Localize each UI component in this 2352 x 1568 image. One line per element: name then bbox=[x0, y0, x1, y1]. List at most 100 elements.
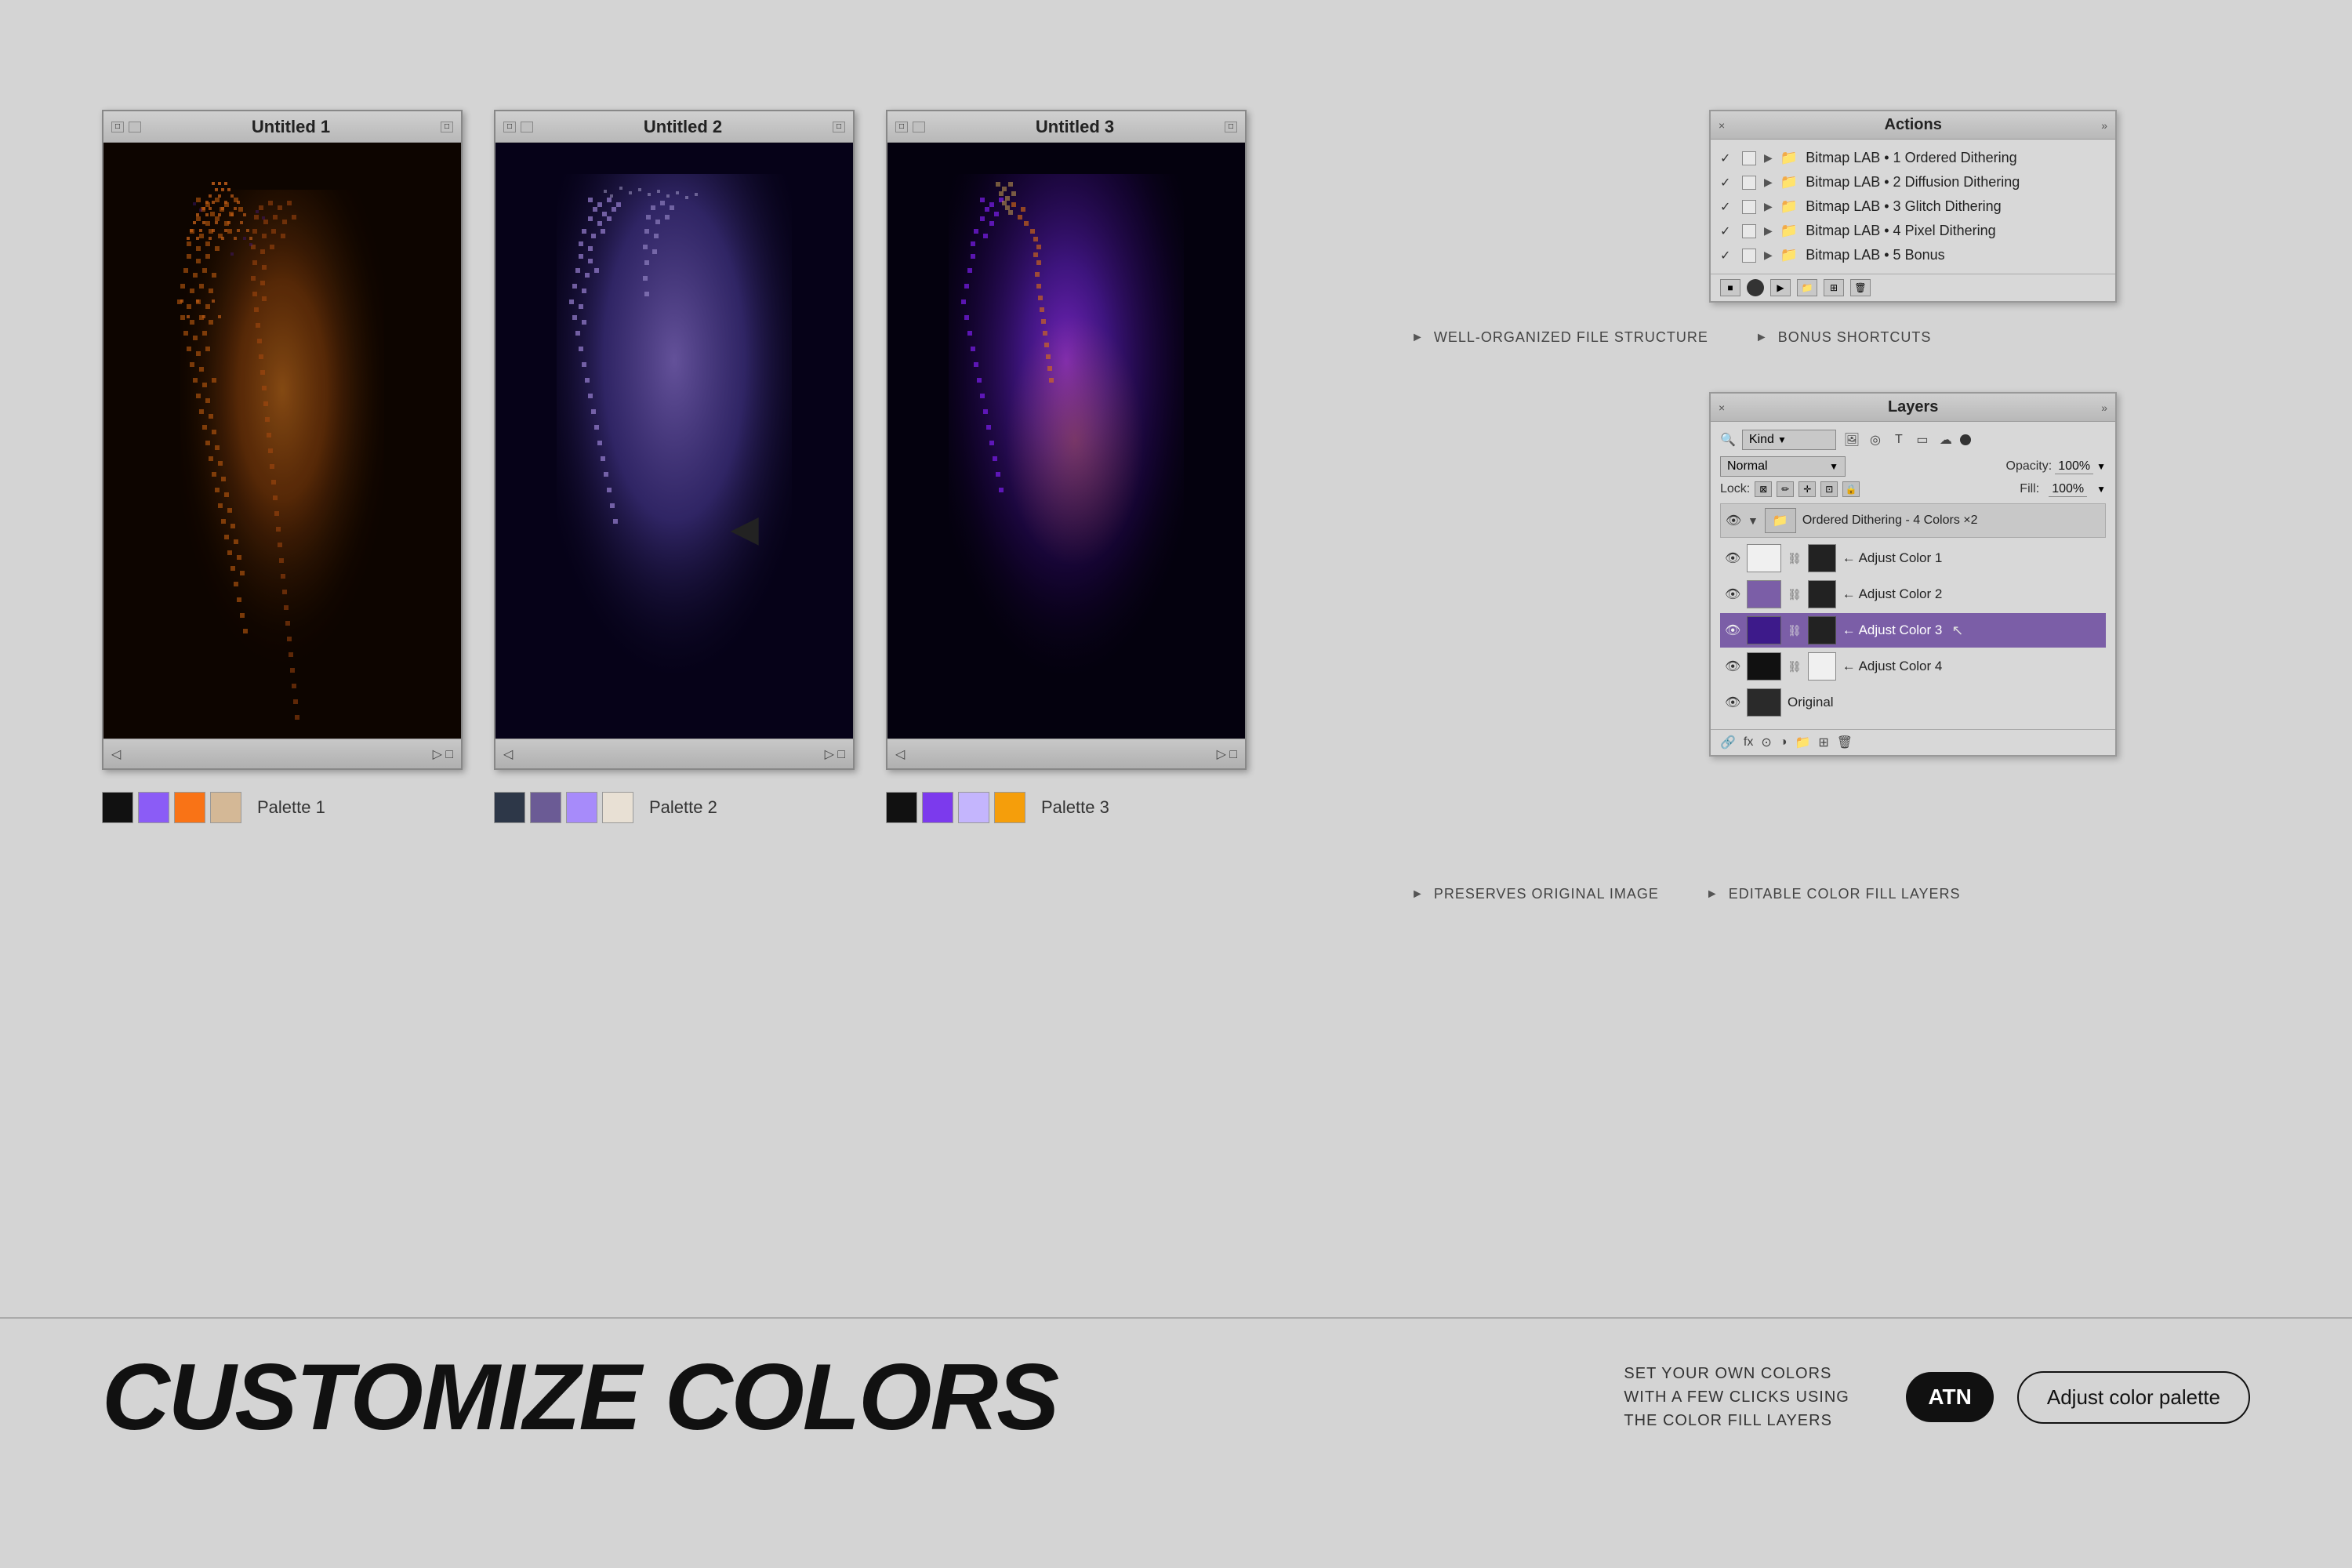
win-min-2[interactable] bbox=[521, 122, 533, 132]
layer3-eye-icon[interactable]: 👁 bbox=[1725, 622, 1740, 638]
layer4-chain-icon: ⛓ bbox=[1788, 660, 1802, 673]
opacity-label: Opacity: bbox=[2006, 459, 2053, 474]
action-row-1[interactable]: ✓ ▶ 📁 Bitmap LAB • 1 Ordered Dithering bbox=[1711, 146, 2115, 170]
layers-panel: × Layers » 🔍 Kind ▼ 🖼 ◎ T ▭ ☁ bbox=[1709, 392, 2117, 757]
action-checkbox-2[interactable] bbox=[1742, 176, 1756, 190]
action-checkbox-1[interactable] bbox=[1742, 151, 1756, 165]
lock-artboard-btn[interactable]: ⊡ bbox=[1820, 481, 1838, 497]
footer-left-arrow-2[interactable]: ◁ bbox=[503, 746, 513, 762]
layers-new-btn[interactable]: ⊞ bbox=[1818, 735, 1828, 750]
filter-search-icon: 🔍 bbox=[1720, 432, 1736, 448]
layers-panel-body: 🔍 Kind ▼ 🖼 ◎ T ▭ ☁ Normal ▼ bbox=[1711, 422, 2115, 729]
action-row-4[interactable]: ✓ ▶ 📁 Bitmap LAB • 4 Pixel Dithering bbox=[1711, 219, 2115, 243]
lock-icons: ⊠ ✏ ✛ ⊡ 🔒 bbox=[1755, 481, 1860, 497]
layers-adjust-btn[interactable]: ◑ bbox=[1780, 735, 1788, 750]
fill-value[interactable]: 100% bbox=[2049, 482, 2087, 497]
toolbar-record-btn[interactable] bbox=[1747, 279, 1764, 296]
canvas-body-3 bbox=[887, 143, 1245, 739]
layer-row-4[interactable]: 👁 ⛓ ← Adjust Color 4 bbox=[1720, 649, 2106, 684]
lock-move-btn[interactable]: ✛ bbox=[1798, 481, 1816, 497]
canvas-window-1: □ Untitled 1 □ bbox=[102, 110, 463, 770]
action-checkbox-5[interactable] bbox=[1742, 249, 1756, 263]
layer-row-original[interactable]: 👁 Original bbox=[1720, 685, 2106, 720]
win-close-2[interactable]: □ bbox=[503, 122, 516, 132]
layer2-eye-icon[interactable]: 👁 bbox=[1725, 586, 1740, 602]
layers-mask-btn[interactable]: ⊙ bbox=[1761, 735, 1771, 750]
swatch-1-2 bbox=[138, 792, 169, 823]
win-min-3[interactable] bbox=[913, 122, 925, 132]
win-close-1[interactable]: □ bbox=[111, 122, 124, 132]
action-folder-2: 📁 bbox=[1780, 174, 1798, 191]
layers-expand-btn[interactable]: » bbox=[2101, 401, 2107, 414]
filter-text-icon[interactable]: T bbox=[1889, 431, 1908, 448]
layer4-eye-icon[interactable]: 👁 bbox=[1725, 659, 1740, 674]
layer3-mask bbox=[1808, 616, 1836, 644]
lock-all-btn[interactable]: 🔒 bbox=[1842, 481, 1860, 497]
footer-right-arrow-3[interactable]: ▷ □ bbox=[1217, 746, 1237, 762]
win-min-1[interactable] bbox=[129, 122, 141, 132]
group-expand-arrow[interactable]: ▼ bbox=[1748, 514, 1759, 527]
filter-shape-icon[interactable]: ▭ bbox=[1913, 431, 1932, 448]
layers-filter-row: 🔍 Kind ▼ 🖼 ◎ T ▭ ☁ bbox=[1720, 430, 2106, 450]
layers-folder-btn[interactable]: 📁 bbox=[1795, 735, 1810, 750]
footer-left-arrow-1[interactable]: ◁ bbox=[111, 746, 121, 762]
filter-image-icon[interactable]: 🖼 bbox=[1842, 431, 1861, 448]
layer-row-1[interactable]: 👁 ⛓ ← Adjust Color 1 bbox=[1720, 541, 2106, 575]
actions-expand-btn[interactable]: » bbox=[2101, 119, 2107, 132]
layers-delete-btn[interactable]: 🗑 bbox=[1837, 735, 1853, 750]
kind-select[interactable]: Kind ▼ bbox=[1742, 430, 1836, 450]
canvas-footer-3: ◁ ▷ □ bbox=[887, 739, 1245, 768]
swatch-2-3 bbox=[566, 792, 597, 823]
layers-panel-title: Layers bbox=[1888, 398, 1939, 416]
opacity-value[interactable]: 100% bbox=[2055, 459, 2093, 474]
actions-panel-titlebar: × Actions » bbox=[1711, 111, 2115, 140]
layers-fx-btn[interactable]: fx bbox=[1744, 735, 1753, 750]
palette-item-1: Palette 1 bbox=[102, 792, 463, 823]
footer-right-arrow-2[interactable]: ▷ □ bbox=[825, 746, 845, 762]
toolbar-delete-btn[interactable]: 🗑 bbox=[1850, 279, 1871, 296]
canvas-window-2: □ Untitled 2 □ bbox=[494, 110, 855, 770]
footer-left-arrow-3[interactable]: ◁ bbox=[895, 746, 905, 762]
lock-pixel-btn[interactable]: ⊠ bbox=[1755, 481, 1772, 497]
action-row-2[interactable]: ✓ ▶ 📁 Bitmap LAB • 2 Diffusion Dithering bbox=[1711, 170, 2115, 194]
canvas-title-3: Untitled 3 bbox=[925, 117, 1225, 137]
lock-paint-btn[interactable]: ✏ bbox=[1777, 481, 1794, 497]
blend-mode-arrow: ▼ bbox=[1829, 461, 1838, 472]
win-max-2[interactable]: □ bbox=[833, 122, 845, 132]
layers-link-btn[interactable]: 🔗 bbox=[1720, 735, 1736, 750]
actions-close-btn[interactable]: × bbox=[1719, 119, 1725, 132]
filter-adjust-icon[interactable]: ◎ bbox=[1866, 431, 1885, 448]
win-max-1[interactable]: □ bbox=[441, 122, 453, 132]
group-eye-icon[interactable]: 👁 bbox=[1726, 513, 1741, 528]
toolbar-new-btn[interactable]: ⊞ bbox=[1824, 279, 1844, 296]
action-checkbox-4[interactable] bbox=[1742, 224, 1756, 238]
action-checkbox-3[interactable] bbox=[1742, 200, 1756, 214]
toolbar-folder-btn[interactable]: 📁 bbox=[1797, 279, 1817, 296]
fill-row: Fill: 100% ▼ bbox=[2020, 482, 2106, 497]
blend-mode-select[interactable]: Normal ▼ bbox=[1720, 456, 1846, 477]
layer-row-2[interactable]: 👁 ⛓ ← Adjust Color 2 bbox=[1720, 577, 2106, 612]
canvas-body-2 bbox=[495, 143, 853, 739]
info-label-2: BONUS SHORTCUTS bbox=[1778, 329, 1932, 346]
layers-close-btn[interactable]: × bbox=[1719, 401, 1725, 414]
action-arrow-2: ▶ bbox=[1764, 176, 1773, 189]
bottom-inner: CUSTOMIZE COLORS SET YOUR OWN COLORS WIT… bbox=[0, 1319, 2352, 1475]
adjust-palette-button[interactable]: Adjust color palette bbox=[2017, 1371, 2250, 1424]
layer1-eye-icon[interactable]: 👁 bbox=[1725, 550, 1740, 566]
layer-row-3[interactable]: 👁 ⛓ ← Adjust Color 3 ↖ bbox=[1720, 613, 2106, 648]
info-strip-between: ► WELL-ORGANIZED FILE STRUCTURE ► BONUS … bbox=[1411, 329, 1931, 346]
win-close-3[interactable]: □ bbox=[895, 122, 908, 132]
win-max-3[interactable]: □ bbox=[1225, 122, 1237, 132]
original-eye-icon[interactable]: 👁 bbox=[1725, 695, 1740, 710]
action-row-5[interactable]: ✓ ▶ 📁 Bitmap LAB • 5 Bonus bbox=[1711, 243, 2115, 267]
toolbar-stop-btn[interactable]: ■ bbox=[1720, 279, 1740, 296]
action-row-3[interactable]: ✓ ▶ 📁 Bitmap LAB • 3 Glitch Dithering bbox=[1711, 194, 2115, 219]
filter-smart-icon[interactable]: ☁ bbox=[1936, 431, 1955, 448]
toolbar-play-btn[interactable]: ▶ bbox=[1770, 279, 1791, 296]
palette-label-1: Palette 1 bbox=[257, 797, 325, 818]
footer-right-arrow-1[interactable]: ▷ □ bbox=[433, 746, 453, 762]
canvas-footer-1: ◁ ▷ □ bbox=[103, 739, 461, 768]
action-arrow-4: ▶ bbox=[1764, 224, 1773, 238]
info-label-4: EDITABLE COLOR FILL LAYERS bbox=[1729, 886, 1961, 902]
layers-panel-titlebar: × Layers » bbox=[1711, 394, 2115, 422]
